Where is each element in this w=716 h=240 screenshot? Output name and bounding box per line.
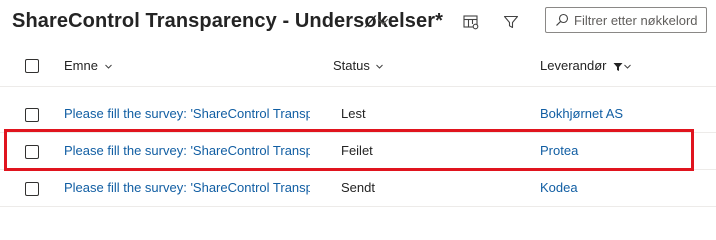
keyword-filter-box[interactable] — [545, 7, 707, 33]
column-header-label: Leverandør — [540, 58, 607, 73]
table-row[interactable]: Please fill the survey: 'ShareControl Tr… — [0, 171, 716, 207]
column-header-label: Emne — [64, 58, 98, 73]
view-header: ShareControl Transparency - Undersøkelse… — [0, 0, 716, 44]
keyword-filter-input[interactable] — [574, 8, 704, 32]
chevron-down-icon — [376, 64, 384, 69]
filter-icon[interactable] — [501, 12, 521, 32]
supplier-link[interactable]: Bokhjørnet AS — [540, 106, 623, 121]
chevron-down-icon — [624, 64, 631, 69]
status-cell: Lest — [341, 106, 366, 121]
subject-link[interactable]: Please fill the survey: 'ShareControl Tr… — [64, 143, 310, 158]
column-header-subject[interactable]: Emne — [64, 58, 113, 73]
column-header-supplier[interactable]: Leverandør — [540, 58, 632, 73]
select-all-checkbox[interactable] — [25, 59, 39, 73]
chevron-down-icon[interactable] — [376, 14, 390, 28]
table-row[interactable]: Please fill the survey: 'ShareControl Tr… — [0, 134, 716, 170]
supplier-link[interactable]: Protea — [540, 143, 578, 158]
row-checkbox[interactable] — [25, 145, 39, 159]
status-cell: Sendt — [341, 180, 375, 195]
grid-header-row: Emne Status Leverandør — [0, 46, 716, 87]
column-header-status[interactable]: Status — [333, 58, 384, 73]
subject-link[interactable]: Please fill the survey: 'ShareControl Tr… — [64, 106, 310, 121]
grid-settings-icon[interactable] — [461, 12, 481, 32]
search-icon — [556, 13, 569, 26]
filter-funnel-filled-icon — [613, 62, 623, 71]
supplier-link[interactable]: Kodea — [540, 180, 578, 195]
table-row[interactable]: Please fill the survey: 'ShareControl Tr… — [0, 97, 716, 133]
row-checkbox[interactable] — [25, 182, 39, 196]
status-cell: Feilet — [341, 143, 373, 158]
chevron-down-icon — [104, 64, 112, 69]
column-header-label: Status — [333, 58, 370, 73]
row-checkbox[interactable] — [25, 108, 39, 122]
subject-link[interactable]: Please fill the survey: 'ShareControl Tr… — [64, 180, 310, 195]
